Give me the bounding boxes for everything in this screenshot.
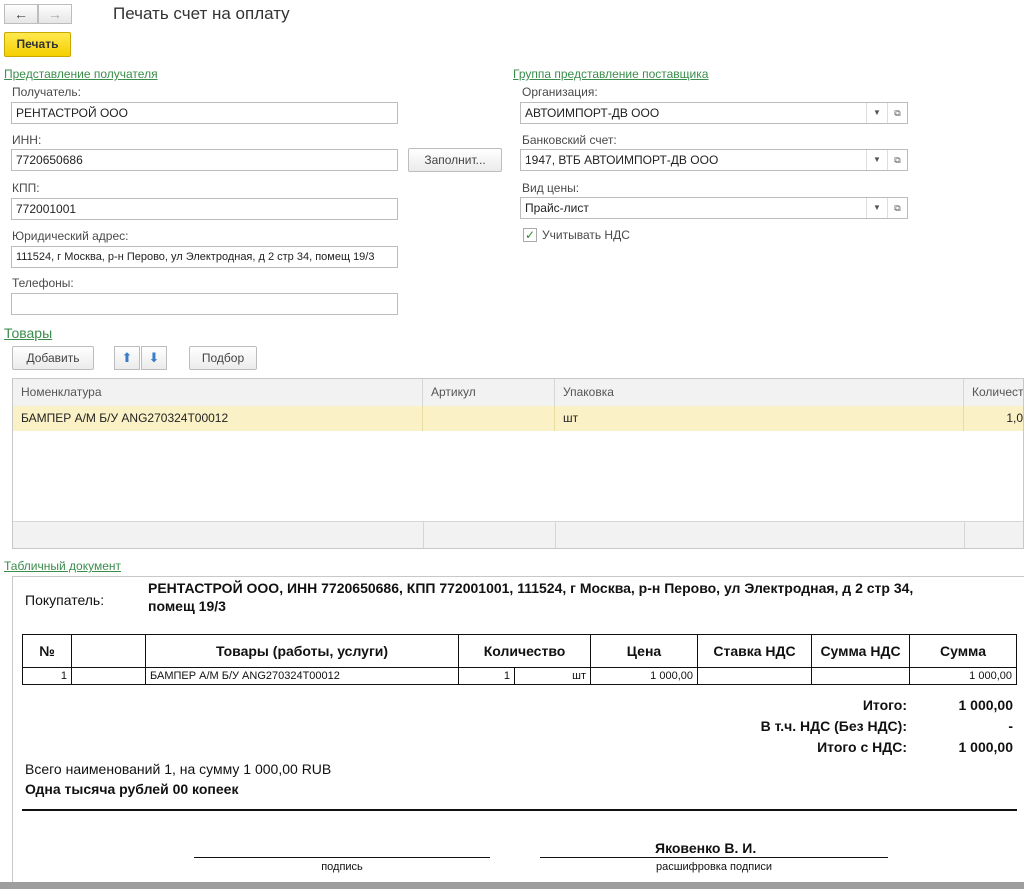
signature-caption: подпись [321,861,363,873]
row-sum: 1 000,00 [909,667,1017,685]
print-button[interactable]: Печать [4,32,71,57]
header-vat-sum: Сумма НДС [811,634,910,668]
table-row[interactable]: БАМПЕР А/М Б/У ANG270324T00012 шт 1,0 [13,406,1023,431]
price-type-label: Вид цены: [522,181,580,195]
footer-cell [13,522,424,548]
bank-account-value: 1947, ВТБ АВТОИМПОРТ-ДВ ООО [525,153,719,167]
open-icon[interactable]: ⧉ [887,198,907,218]
footer-cell [555,522,965,548]
price-type-value: Прайс-лист [525,201,589,215]
goods-table-header: Номенклатура Артикул Упаковка Количест [13,379,1023,407]
selection-button[interactable]: Подбор [189,346,257,370]
row-unit: шт [514,667,591,685]
move-up-button[interactable]: ⬆ [114,346,140,370]
decode-line [540,857,888,858]
goods-table-footer [13,521,1023,548]
organization-value: АВТОИМПОРТ-ДВ ООО [525,106,660,120]
chevron-down-icon[interactable]: ▼ [866,103,887,123]
row-number: 1 [22,667,72,685]
column-nomenclature[interactable]: Номенклатура [13,379,423,406]
spreadsheet-document[interactable]: Покупатель: РЕНТАСТРОЙ ООО, ИНН 77206506… [12,576,1024,889]
kpp-label: КПП: [12,181,40,195]
forward-button[interactable]: → [38,4,72,24]
vat-total-value: - [1008,718,1013,734]
header-empty [71,634,146,668]
recipient-group-title[interactable]: Представление получателя [4,67,158,81]
footer-cell [423,522,556,548]
phones-field[interactable] [11,293,398,315]
inn-label: ИНН: [12,133,42,147]
address-field[interactable]: 111524, г Москва, р-н Перово, ул Электро… [11,246,398,268]
bank-account-select[interactable]: 1947, ВТБ АВТОИМПОРТ-ДВ ООО ▼ ⧉ [520,149,908,171]
header-price: Цена [590,634,698,668]
row-quantity: 1 [458,667,515,685]
divider-line [22,809,1017,811]
table-row: 1 БАМПЕР А/М Б/У ANG270324T00012 1 шт 1 … [22,667,1017,685]
column-package[interactable]: Упаковка [555,379,964,406]
open-icon[interactable]: ⧉ [887,103,907,123]
phones-label: Телефоны: [12,276,74,290]
total-label: Итого: [862,697,907,713]
amount-in-words: Одна тысяча рублей 00 копеек [25,781,239,797]
bank-account-label: Банковский счет: [522,133,617,147]
row-vat-sum [811,667,910,685]
header-goods: Товары (работы, услуги) [145,634,459,668]
kpp-field[interactable]: 772001001 [11,198,398,220]
vat-checkbox-label[interactable]: Учитывать НДС [542,228,630,242]
summary-line: Всего наименований 1, на сумму 1 000,00 … [25,761,332,777]
row-price: 1 000,00 [590,667,698,685]
row-empty [71,667,146,685]
organization-label: Организация: [522,85,598,99]
cell-article[interactable] [423,406,555,431]
open-icon[interactable]: ⧉ [887,150,907,170]
back-button[interactable]: ← [4,4,38,24]
total-with-vat-label: Итого с НДС: [817,739,907,755]
invoice-header-row: № Товары (работы, услуги) Количество Цен… [22,634,1017,668]
cell-quantity[interactable]: 1,0 [964,406,1023,431]
fill-button[interactable]: Заполнит... [408,148,502,172]
signer-name: Яковенко В. И. [655,840,757,856]
signature-line [194,857,490,858]
buyer-label: Покупатель: [25,592,105,608]
header-vat-rate: Ставка НДС [697,634,812,668]
total-with-vat-value: 1 000,00 [958,739,1014,755]
spreadsheet-section-title[interactable]: Табличный документ [4,559,121,573]
organization-select[interactable]: АВТОИМПОРТ-ДВ ООО ▼ ⧉ [520,102,908,124]
header-number: № [22,634,72,668]
goods-table[interactable]: Номенклатура Артикул Упаковка Количест Б… [12,378,1024,549]
column-article[interactable]: Артикул [423,379,555,406]
price-type-select[interactable]: Прайс-лист ▼ ⧉ [520,197,908,219]
decode-caption: расшифровка подписи [655,861,773,873]
row-vat-rate [697,667,812,685]
recipient-label: Получатель: [12,85,81,99]
supplier-group-title[interactable]: Группа представление поставщика [513,67,708,81]
cell-nomenclature[interactable]: БАМПЕР А/М Б/У ANG270324T00012 [13,406,423,431]
row-goods-name: БАМПЕР А/М Б/У ANG270324T00012 [145,667,459,685]
total-value: 1 000,00 [958,697,1014,713]
add-button[interactable]: Добавить [12,346,94,370]
invoice-table: № Товары (работы, услуги) Количество Цен… [22,634,1017,685]
chevron-down-icon[interactable]: ▼ [866,198,887,218]
vat-checkbox[interactable]: ✓ [523,228,537,242]
header-sum: Сумма [909,634,1017,668]
inn-field[interactable]: 7720650686 [11,149,398,171]
goods-section-title[interactable]: Товары [4,325,52,341]
vat-total-label: В т.ч. НДС (Без НДС): [760,718,907,734]
address-label: Юридический адрес: [12,229,129,243]
header-quantity: Количество [458,634,591,668]
cell-package[interactable]: шт [555,406,964,431]
chevron-down-icon[interactable]: ▼ [866,150,887,170]
recipient-field[interactable]: РЕНТАСТРОЙ ООО [11,102,398,124]
column-quantity[interactable]: Количест [964,379,1023,406]
page-title: Печать счет на оплату [113,4,290,23]
horizontal-scrollbar[interactable] [0,882,1024,889]
buyer-details-line2: помещ 19/3 [148,598,226,614]
buyer-details-line1: РЕНТАСТРОЙ ООО, ИНН 7720650686, КПП 7720… [148,580,914,596]
move-down-button[interactable]: ⬇ [141,346,167,370]
